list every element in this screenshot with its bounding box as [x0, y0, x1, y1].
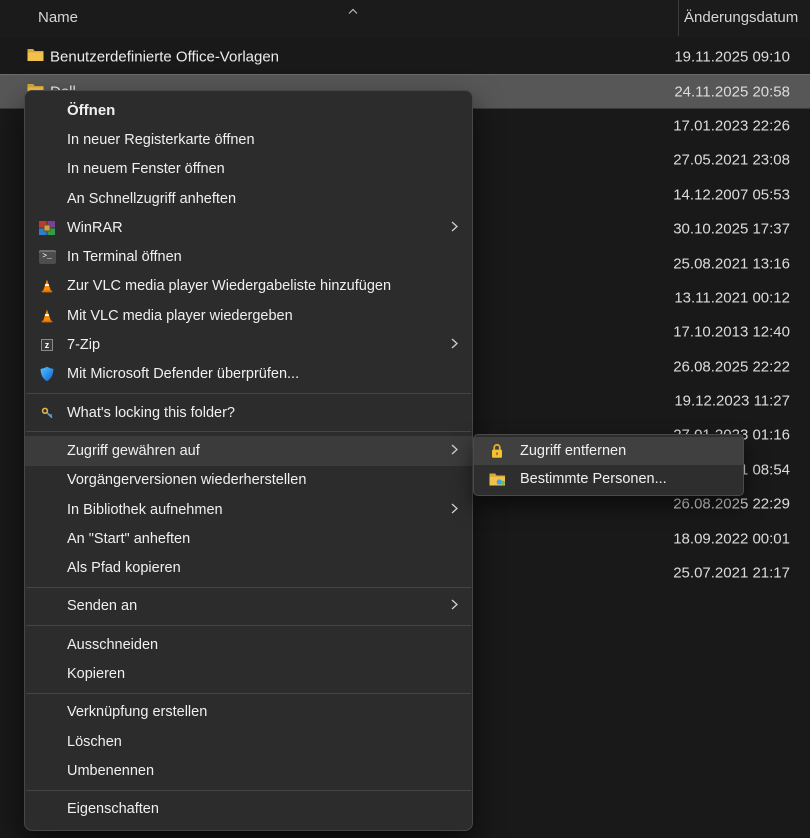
- menu-item-ausschneiden[interactable]: Ausschneiden: [25, 630, 472, 659]
- file-date: 19.11.2025 09:10: [674, 49, 790, 66]
- file-date: 24.11.2025 20:58: [674, 83, 790, 100]
- menu-item-winrar[interactable]: WinRAR: [25, 213, 472, 242]
- list-column-header: Name Änderungsdatum: [0, 0, 810, 38]
- file-date: 18.09.2022 00:01: [673, 530, 790, 547]
- file-date: 17.10.2013 12:40: [673, 324, 790, 341]
- menu-item-7zip[interactable]: z 7-Zip: [25, 330, 472, 359]
- context-menu: Öffnen In neuer Registerkarte öffnen In …: [24, 90, 473, 831]
- menu-item-umbenennen[interactable]: Umbenennen: [25, 756, 472, 785]
- menu-separator: [26, 587, 471, 588]
- menu-item-zugriff-gewaehren[interactable]: Zugriff gewähren auf: [25, 436, 472, 465]
- winrar-icon: [35, 221, 59, 235]
- menu-separator: [26, 431, 471, 432]
- menu-item-eigenschaften[interactable]: Eigenschaften: [25, 795, 472, 824]
- file-date: 30.10.2025 17:37: [673, 221, 790, 238]
- file-date: 26.08.2025 22:29: [673, 496, 790, 513]
- chevron-right-icon: [451, 337, 458, 353]
- terminal-icon: >_: [35, 250, 59, 264]
- menu-item-oeffnen[interactable]: Öffnen: [25, 96, 472, 125]
- menu-separator: [26, 393, 471, 394]
- menu-item-senden-an[interactable]: Senden an: [25, 592, 472, 621]
- menu-item-kopieren[interactable]: Kopieren: [25, 659, 472, 688]
- menu-item-schnellzugriff-anheften[interactable]: An Schnellzugriff anheften: [25, 184, 472, 213]
- menu-item-vorgaengerversionen[interactable]: Vorgängerversionen wiederherstellen: [25, 466, 472, 495]
- menu-item-vlc-wiedergabeliste[interactable]: Zur VLC media player Wiedergabeliste hin…: [25, 272, 472, 301]
- file-date: 13.11.2021 00:12: [674, 289, 790, 306]
- file-date: 26.08.2025 22:22: [673, 358, 790, 375]
- menu-item-neue-registerkarte[interactable]: In neuer Registerkarte öffnen: [25, 125, 472, 154]
- menu-item-als-pfad-kopieren[interactable]: Als Pfad kopieren: [25, 553, 472, 582]
- vlc-cone-icon: [35, 279, 59, 293]
- zugriff-gewaehren-submenu: Zugriff entfernen Bestimmte Personen...: [473, 434, 744, 496]
- menu-item-terminal-oeffnen[interactable]: >_ In Terminal öffnen: [25, 242, 472, 271]
- chevron-right-icon: [451, 443, 458, 459]
- folder-icon: [27, 48, 44, 67]
- vlc-cone-icon: [35, 309, 59, 323]
- menu-item-bibliothek-aufnehmen[interactable]: In Bibliothek aufnehmen: [25, 495, 472, 524]
- file-row-office-vorlagen[interactable]: Benutzerdefinierte Office-Vorlagen 19.11…: [0, 40, 810, 74]
- submenu-item-bestimmte-personen[interactable]: Bestimmte Personen...: [474, 465, 743, 493]
- file-name: Benutzerdefinierte Office-Vorlagen: [50, 49, 279, 66]
- chevron-right-icon: [451, 598, 458, 614]
- file-date: 19.12.2023 11:27: [674, 393, 790, 410]
- column-divider[interactable]: [678, 0, 679, 36]
- menu-separator: [26, 693, 471, 694]
- defender-shield-icon: [35, 366, 59, 382]
- file-date: 25.07.2021 21:17: [673, 565, 790, 582]
- file-explorer-window: Name Änderungsdatum Benutzerdefinierte O…: [0, 0, 810, 838]
- submenu-item-zugriff-entfernen[interactable]: Zugriff entfernen: [474, 437, 743, 465]
- file-date: 27.05.2021 23:08: [673, 152, 790, 169]
- 7zip-icon: z: [35, 339, 59, 351]
- chevron-right-icon: [451, 220, 458, 236]
- file-date: 1 08:54: [740, 461, 790, 478]
- lock-icon: [486, 443, 508, 459]
- chevron-right-icon: [451, 502, 458, 518]
- file-date: 14.12.2007 05:53: [673, 186, 790, 203]
- menu-item-neues-fenster[interactable]: In neuem Fenster öffnen: [25, 155, 472, 184]
- key-icon: [35, 406, 59, 419]
- people-folder-icon: [486, 472, 508, 486]
- file-date: 25.08.2021 13:16: [673, 255, 790, 272]
- menu-item-start-anheften[interactable]: An "Start" anheften: [25, 524, 472, 553]
- menu-item-verknuepfung-erstellen[interactable]: Verknüpfung erstellen: [25, 698, 472, 727]
- file-date: 17.01.2023 22:26: [673, 117, 790, 134]
- column-header-date[interactable]: Änderungsdatum: [684, 9, 798, 26]
- menu-item-whats-locking[interactable]: What's locking this folder?: [25, 398, 472, 427]
- chevron-up-icon[interactable]: [348, 2, 358, 20]
- menu-item-loeschen[interactable]: Löschen: [25, 727, 472, 756]
- menu-item-defender-scan[interactable]: Mit Microsoft Defender überprüfen...: [25, 360, 472, 389]
- menu-separator: [26, 625, 471, 626]
- menu-separator: [26, 790, 471, 791]
- menu-item-vlc-wiedergeben[interactable]: Mit VLC media player wiedergeben: [25, 301, 472, 330]
- column-header-name[interactable]: Name: [38, 9, 78, 26]
